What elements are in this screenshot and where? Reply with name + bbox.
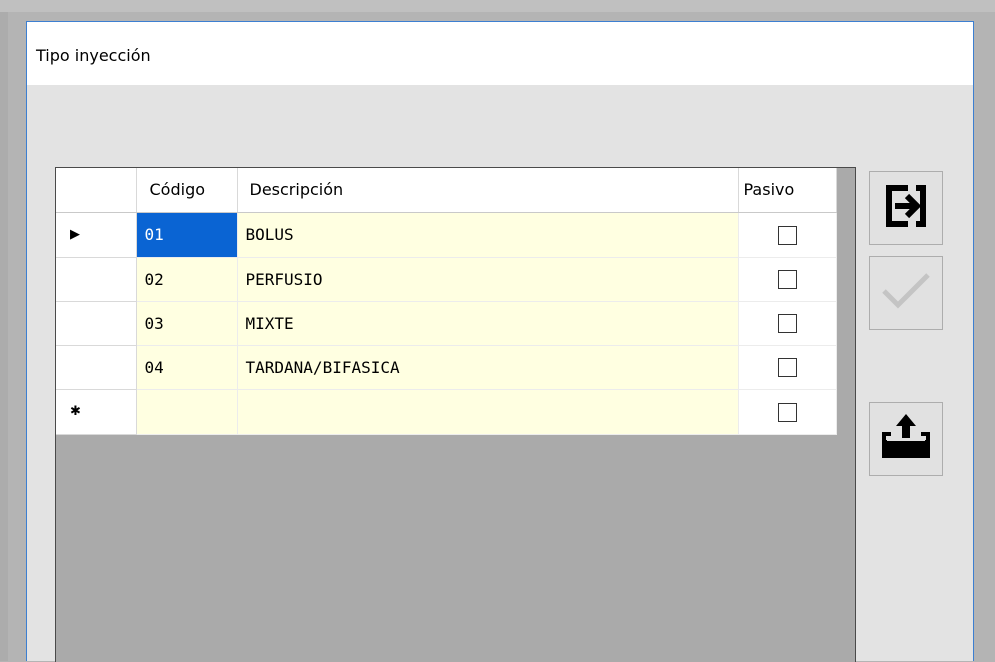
- column-header-descripcion[interactable]: Descripción: [237, 168, 739, 213]
- pasivo-checkbox[interactable]: [777, 402, 797, 422]
- window-title: Tipo inyección: [36, 46, 151, 65]
- grid-table: Código Descripción Pasivo ▶ 01 BOLUS 02 …: [56, 168, 837, 435]
- cell-codigo[interactable]: 02: [136, 257, 238, 302]
- export-button[interactable]: [869, 402, 943, 476]
- cell-codigo[interactable]: 01: [136, 212, 238, 258]
- cell-codigo[interactable]: [136, 389, 238, 435]
- cell-descripcion[interactable]: PERFUSIO: [237, 257, 739, 302]
- cell-codigo[interactable]: 04: [136, 345, 238, 390]
- desktop-left-strip: [0, 12, 8, 661]
- cell-descripcion[interactable]: TARDANA/BIFASICA: [237, 345, 739, 390]
- table-row[interactable]: 04 TARDANA/BIFASICA: [56, 345, 837, 390]
- row-selector[interactable]: [56, 301, 137, 346]
- cell-codigo[interactable]: 03: [136, 301, 238, 346]
- dialog-window: Tipo inyección Código Descripción Pasivo: [26, 21, 974, 662]
- row-selector[interactable]: [56, 345, 137, 390]
- cell-pasivo: [738, 301, 837, 346]
- row-selector[interactable]: [56, 257, 137, 302]
- cell-pasivo: [738, 257, 837, 302]
- table-row[interactable]: 02 PERFUSIO: [56, 257, 837, 302]
- table-row[interactable]: 03 MIXTE: [56, 301, 837, 346]
- desktop-top-strip: [0, 0, 995, 12]
- row-selector[interactable]: ▶: [56, 212, 137, 258]
- exit-button[interactable]: [869, 171, 943, 245]
- pasivo-checkbox[interactable]: [777, 358, 797, 377]
- cell-pasivo: [738, 212, 837, 258]
- new-row-marker: ✱: [70, 403, 81, 419]
- title-bar[interactable]: Tipo inyección: [27, 22, 973, 85]
- cell-pasivo: [738, 389, 837, 435]
- export-folder-icon: [879, 412, 933, 466]
- cell-descripcion[interactable]: BOLUS: [237, 212, 739, 258]
- pasivo-checkbox[interactable]: [777, 270, 797, 289]
- column-header-codigo[interactable]: Código: [136, 168, 238, 213]
- cell-descripcion[interactable]: MIXTE: [237, 301, 739, 346]
- pasivo-checkbox[interactable]: [777, 314, 797, 333]
- data-grid[interactable]: Código Descripción Pasivo ▶ 01 BOLUS 02 …: [55, 167, 856, 662]
- table-row[interactable]: ▶ 01 BOLUS: [56, 212, 837, 258]
- accept-button[interactable]: [869, 256, 943, 330]
- cell-pasivo: [738, 345, 837, 390]
- row-selector[interactable]: ✱: [56, 389, 137, 435]
- cell-descripcion[interactable]: [237, 389, 739, 435]
- row-header-corner[interactable]: [56, 168, 137, 213]
- exit-icon: [882, 182, 930, 234]
- current-row-marker: ▶: [70, 226, 80, 242]
- new-row[interactable]: ✱: [56, 389, 837, 435]
- checkmark-icon: [880, 271, 932, 315]
- pasivo-checkbox[interactable]: [777, 225, 797, 245]
- column-header-pasivo[interactable]: Pasivo: [738, 168, 837, 213]
- header-row: Código Descripción Pasivo: [56, 168, 837, 213]
